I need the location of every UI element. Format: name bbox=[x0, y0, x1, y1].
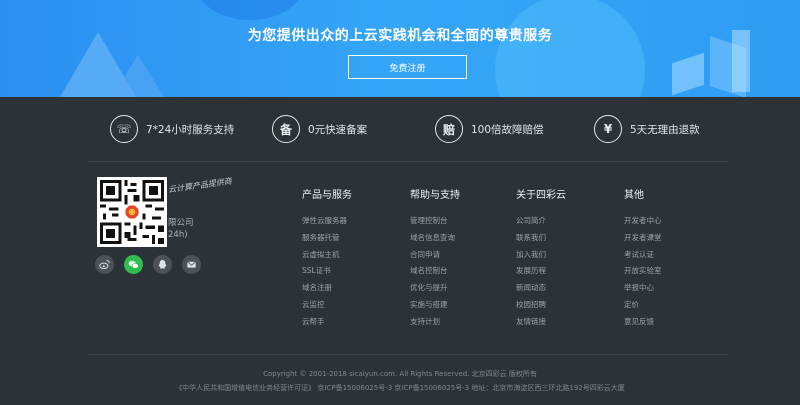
footer-link[interactable]: 联系我们 bbox=[516, 230, 566, 247]
footer-link[interactable]: 云虚拟主机 bbox=[302, 247, 352, 264]
hero-title: 为您提供出众的上云实践机会和全面的尊贵服务 bbox=[247, 28, 553, 44]
feature-24h-support: ☏ 7*24小时服务支持 bbox=[110, 115, 234, 143]
legal-license-text: 《中华人民共和国增值电信业务经营许可证》 京ICP备15006025号-3 京I… bbox=[175, 384, 625, 392]
company-name: 限公司 bbox=[168, 218, 194, 228]
qq-button[interactable] bbox=[153, 255, 172, 274]
footer-link[interactable]: 开放实验室 bbox=[624, 263, 662, 280]
footer-link[interactable]: 云监控 bbox=[302, 297, 352, 314]
filing-icon: 备 bbox=[272, 115, 300, 143]
feature-refund: ¥ 5天无理由退款 bbox=[594, 115, 700, 143]
section-divider bbox=[88, 354, 728, 355]
weibo-button[interactable] bbox=[95, 255, 114, 274]
footer-link[interactable]: 云帮手 bbox=[302, 314, 352, 331]
qq-icon bbox=[158, 260, 167, 269]
wechat-icon bbox=[128, 260, 139, 269]
service-features: ☏ 7*24小时服务支持 备 0元快速备案 赔 100倍故障赔偿 ¥ 5天无理由… bbox=[0, 97, 800, 161]
feature-label: 0元快速备案 bbox=[308, 123, 368, 136]
mail-icon bbox=[187, 261, 196, 268]
hero-banner: 为您提供出众的上云实践机会和全面的尊贵服务 免费注册 bbox=[0, 0, 800, 97]
phone-icon: ☏ bbox=[110, 115, 138, 143]
footer-link[interactable]: 校园招聘 bbox=[516, 297, 566, 314]
brand-slogan: 云计算产品提供商 bbox=[167, 176, 233, 195]
footer-link[interactable]: 域名控制台 bbox=[410, 263, 460, 280]
mail-button[interactable] bbox=[182, 255, 201, 274]
footer-link[interactable]: 发展历程 bbox=[516, 263, 566, 280]
footer-link[interactable]: 管理控制台 bbox=[410, 213, 460, 230]
qr-code-icon bbox=[100, 180, 164, 244]
footer-link[interactable]: 考试认证 bbox=[624, 247, 662, 264]
footer-link[interactable]: 开发者课堂 bbox=[624, 230, 662, 247]
decor-circle bbox=[195, 0, 305, 20]
footer-link[interactable]: 弹性云服务器 bbox=[302, 213, 352, 230]
service-hours: 24h) bbox=[168, 230, 188, 240]
footer-link[interactable]: 开发者中心 bbox=[624, 213, 662, 230]
footer-link[interactable]: 合同申请 bbox=[410, 247, 460, 264]
footer-link[interactable]: 支持计划 bbox=[410, 314, 460, 331]
footer-link[interactable]: 意见反馈 bbox=[624, 314, 662, 331]
footer-link[interactable]: SSL证书 bbox=[302, 263, 352, 280]
column-title: 关于四彩云 bbox=[516, 190, 566, 201]
decor-triangle bbox=[110, 55, 166, 97]
feature-label: 7*24小时服务支持 bbox=[146, 123, 235, 136]
weibo-icon bbox=[99, 259, 110, 270]
column-help: 帮助与支持 管理控制台 域名信息查询 合同申请 域名控制台 优化与提升 实施与搭… bbox=[410, 186, 460, 331]
free-register-button[interactable]: 免费注册 bbox=[348, 55, 467, 79]
social-links bbox=[95, 255, 201, 274]
footer-link[interactable]: 定价 bbox=[624, 297, 662, 314]
wechat-button[interactable] bbox=[124, 255, 143, 274]
decor-circle bbox=[495, 0, 645, 97]
footer-link[interactable]: 服务器托管 bbox=[302, 230, 352, 247]
column-products: 产品与服务 弹性云服务器 服务器托管 云虚拟主机 SSL证书 域名注册 云监控 … bbox=[302, 186, 352, 331]
column-other: 其他 开发者中心 开发者课堂 考试认证 开放实验室 举报中心 定价 意见反馈 bbox=[624, 186, 662, 331]
footer-link[interactable]: 公司简介 bbox=[516, 213, 566, 230]
feature-label: 5天无理由退款 bbox=[630, 123, 700, 136]
feature-filing: 备 0元快速备案 bbox=[272, 115, 367, 143]
footer-link[interactable]: 举报中心 bbox=[624, 280, 662, 297]
column-about: 关于四彩云 公司简介 联系我们 加入我们 发展历程 新闻动态 校园招聘 友情链接 bbox=[516, 186, 566, 331]
footer-link[interactable]: 新闻动态 bbox=[516, 280, 566, 297]
feature-label: 100倍故障赔偿 bbox=[471, 123, 544, 136]
section-divider bbox=[88, 161, 728, 162]
column-title: 产品与服务 bbox=[302, 190, 352, 201]
column-title: 帮助与支持 bbox=[410, 190, 460, 201]
footer-link[interactable]: 加入我们 bbox=[516, 247, 566, 264]
footer-link[interactable]: 域名信息查询 bbox=[410, 230, 460, 247]
footer-link[interactable]: 优化与提升 bbox=[410, 280, 460, 297]
decor-cube bbox=[672, 52, 704, 96]
footer-link[interactable]: 友情链接 bbox=[516, 314, 566, 331]
compensation-icon: 赔 bbox=[435, 115, 463, 143]
copyright-text: Copyright © 2001-2018 sicaiyun.com. All … bbox=[263, 370, 537, 378]
refund-icon: ¥ bbox=[594, 115, 622, 143]
feature-compensation: 赔 100倍故障赔偿 bbox=[435, 115, 544, 143]
wechat-qr-code bbox=[97, 177, 167, 247]
footer-link[interactable]: 实施与搭建 bbox=[410, 297, 460, 314]
footer-link[interactable]: 域名注册 bbox=[302, 280, 352, 297]
column-title: 其他 bbox=[624, 190, 644, 201]
